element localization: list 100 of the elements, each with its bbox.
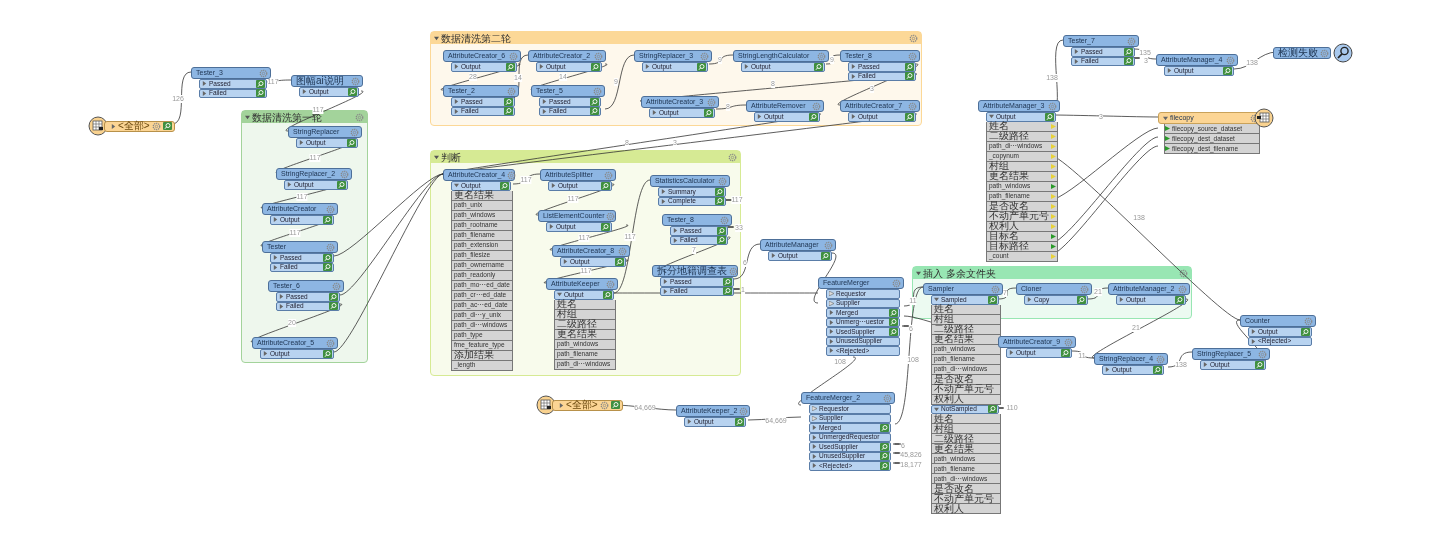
- inspect-icon[interactable]: [715, 187, 724, 196]
- triangle-icon[interactable]: [1167, 68, 1172, 74]
- inspect-icon[interactable]: [323, 263, 332, 272]
- triangle-icon[interactable]: [989, 114, 994, 120]
- reader-port[interactable]: <全部>: [552, 399, 623, 411]
- inspect-icon[interactable]: [717, 226, 726, 235]
- triangle-icon[interactable]: [302, 89, 307, 95]
- triangle-icon[interactable]: [934, 297, 939, 303]
- inspect-icon[interactable]: [591, 62, 600, 71]
- triangle-icon[interactable]: [202, 81, 207, 87]
- triangle-icon[interactable]: [645, 64, 650, 70]
- triangle-icon[interactable]: [299, 140, 304, 146]
- triangle-icon[interactable]: [279, 294, 284, 300]
- inspect-icon[interactable]: [905, 72, 914, 81]
- inspect-icon[interactable]: [323, 349, 332, 358]
- triangle-icon[interactable]: [273, 264, 278, 270]
- inspect-icon[interactable]: [1153, 365, 1162, 374]
- inspect-icon[interactable]: [889, 308, 898, 317]
- inspect-icon[interactable]: [615, 257, 624, 266]
- triangle-icon[interactable]: [1074, 49, 1079, 55]
- triangle-icon[interactable]: [661, 189, 666, 195]
- triangle-icon[interactable]: [1009, 350, 1014, 356]
- triangle-icon[interactable]: [851, 73, 856, 79]
- search-icon[interactable]: [1333, 43, 1353, 63]
- triangle-icon[interactable]: [279, 303, 284, 309]
- inspect-icon[interactable]: [323, 215, 332, 224]
- inspect-icon[interactable]: [905, 62, 914, 71]
- triangle-icon[interactable]: [812, 463, 817, 469]
- inspect-icon[interactable]: [905, 112, 914, 121]
- inspect-icon[interactable]: [329, 302, 338, 311]
- triangle-icon[interactable]: [829, 329, 834, 335]
- inspect-icon[interactable]: [704, 108, 713, 117]
- triangle-icon[interactable]: [812, 453, 817, 459]
- triangle-icon[interactable]: [1105, 367, 1110, 373]
- triangle-icon[interactable]: [563, 259, 568, 265]
- triangle-icon[interactable]: [287, 182, 292, 188]
- triangle-icon[interactable]: [1251, 329, 1256, 335]
- inspect-icon[interactable]: [256, 79, 265, 88]
- triangle-icon[interactable]: [744, 64, 749, 70]
- collapse-icon[interactable]: [434, 154, 439, 160]
- triangle-icon[interactable]: [652, 110, 657, 116]
- triangle-icon[interactable]: [1163, 115, 1168, 121]
- inspect-icon[interactable]: [323, 253, 332, 262]
- inspect-icon[interactable]: [880, 461, 889, 470]
- inspect-icon[interactable]: [735, 417, 744, 426]
- inspect-icon[interactable]: [1124, 57, 1133, 66]
- triangle-icon[interactable]: [663, 279, 668, 285]
- triangle-icon[interactable]: [202, 90, 207, 96]
- inspect-icon[interactable]: [880, 423, 889, 432]
- inspect-icon[interactable]: [256, 89, 265, 98]
- reader-port[interactable]: <全部>: [104, 120, 175, 132]
- inspect-icon[interactable]: [590, 107, 599, 116]
- triangle-icon[interactable]: [551, 183, 556, 189]
- triangle-icon[interactable]: [771, 253, 776, 259]
- transformer-header[interactable]: 图幅ai说明: [291, 75, 363, 87]
- bookmark-header[interactable]: 插入 多余文件夹: [913, 267, 1191, 279]
- bookmark-header[interactable]: 数据清洗第二轮: [431, 32, 921, 44]
- triangle-icon[interactable]: [829, 319, 834, 325]
- inspect-icon[interactable]: [1301, 327, 1310, 336]
- triangle-icon[interactable]: [851, 114, 856, 120]
- triangle-icon[interactable]: [273, 255, 278, 261]
- inspect-icon[interactable]: [1045, 112, 1054, 121]
- inspect-icon[interactable]: [1255, 360, 1264, 369]
- inspect-icon[interactable]: [329, 292, 338, 301]
- writer-table-icon[interactable]: [1254, 108, 1274, 128]
- inspect-icon[interactable]: [715, 197, 724, 206]
- inspect-icon[interactable]: [506, 62, 515, 71]
- triangle-icon[interactable]: [557, 292, 562, 298]
- inspect-icon[interactable]: [1124, 47, 1133, 56]
- inspect-icon[interactable]: [723, 277, 732, 286]
- triangle-icon[interactable]: [663, 288, 668, 294]
- inspect-icon[interactable]: [500, 181, 509, 190]
- triangle-icon[interactable]: [454, 64, 459, 70]
- inspect-icon[interactable]: [880, 452, 889, 461]
- inspect-icon[interactable]: [697, 62, 706, 71]
- inspect-icon[interactable]: [1175, 295, 1184, 304]
- triangle-icon[interactable]: [757, 114, 762, 120]
- transformer-header[interactable]: 拆分地籍调查表: [652, 265, 738, 277]
- inspect-icon[interactable]: [889, 318, 898, 327]
- inspect-icon[interactable]: [601, 222, 610, 231]
- inspect-icon[interactable]: [348, 87, 357, 96]
- triangle-icon[interactable]: [851, 64, 856, 70]
- collapse-icon[interactable]: [245, 114, 250, 120]
- triangle-icon[interactable]: [1074, 58, 1079, 64]
- inspect-icon[interactable]: [988, 295, 997, 304]
- inspect-icon[interactable]: [603, 290, 612, 299]
- triangle-icon[interactable]: [934, 406, 939, 412]
- triangle-icon[interactable]: [542, 108, 547, 114]
- inspect-icon[interactable]: [347, 138, 356, 147]
- inspect-icon[interactable]: [889, 327, 898, 336]
- inspect-icon[interactable]: [814, 62, 823, 71]
- triangle-icon[interactable]: [673, 228, 678, 234]
- triangle-icon[interactable]: [111, 123, 116, 129]
- inspect-icon[interactable]: [723, 287, 732, 296]
- triangle-icon[interactable]: [812, 444, 817, 450]
- triangle-icon[interactable]: [829, 348, 834, 354]
- inspect-icon[interactable]: [601, 181, 610, 190]
- inspect-icon[interactable]: [337, 180, 346, 189]
- transformer-header[interactable]: 检测失败: [1273, 47, 1331, 59]
- triangle-icon[interactable]: [1251, 338, 1256, 344]
